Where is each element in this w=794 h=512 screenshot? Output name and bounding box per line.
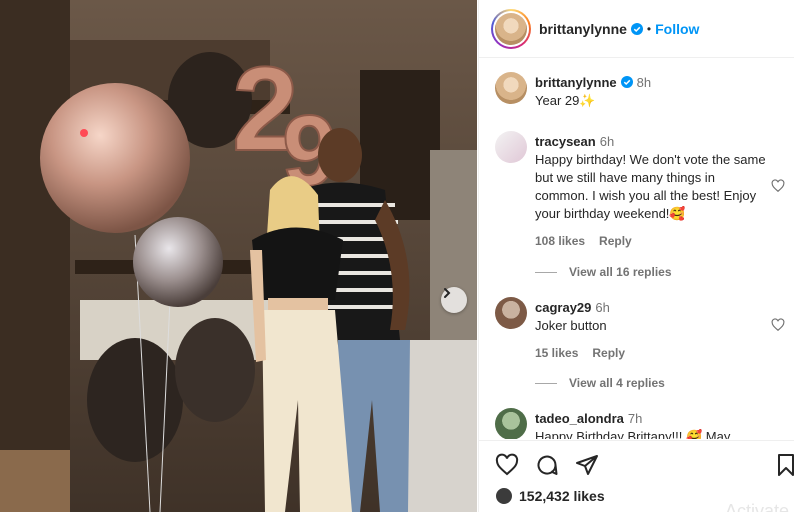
caption-text: Year 29✨ <box>535 93 596 108</box>
view-replies-button[interactable]: View all 16 replies <box>535 265 672 279</box>
comment-username[interactable]: tracysean <box>535 134 596 149</box>
next-photo-button[interactable] <box>441 287 467 313</box>
likes-count[interactable]: 152,432 likes <box>519 488 605 504</box>
comment-likes[interactable]: 15 likes <box>535 346 578 360</box>
post-header: brittanylynne • Follow <box>479 0 794 58</box>
heart-icon[interactable] <box>495 453 519 477</box>
reply-button[interactable]: Reply <box>599 234 632 248</box>
comment-icon[interactable] <box>535 453 559 477</box>
heart-icon[interactable] <box>771 318 785 332</box>
share-icon[interactable] <box>575 453 599 477</box>
caption-username[interactable]: brittanylynne <box>535 75 617 90</box>
comment-item: tracysean 6h Happy birthday! We don't vot… <box>495 131 785 251</box>
comment-time: 6h <box>595 300 610 315</box>
comment-text: Happy birthday! We don't vote the same b… <box>535 152 766 221</box>
verified-badge-icon <box>630 22 643 35</box>
comment-item: tadeo_alondra 7h Happy Birthday Brittany!… <box>495 408 785 439</box>
comment-avatar[interactable] <box>495 408 527 439</box>
heart-icon[interactable] <box>771 179 785 193</box>
author-avatar[interactable] <box>491 8 531 49</box>
follow-button[interactable]: Follow <box>655 21 699 37</box>
view-replies-button[interactable]: View all 4 replies <box>535 376 665 390</box>
comments-list[interactable]: brittanylynne 8h Year 29✨ tracysean 6h Hap… <box>479 59 794 439</box>
caption-time: 8h <box>636 75 652 90</box>
comment-likes[interactable]: 108 likes <box>535 234 585 248</box>
photo-illustration: 2 9 <box>0 0 477 512</box>
verified-badge-icon <box>620 76 633 88</box>
comment-time: 6h <box>599 134 615 149</box>
separator-dot: • <box>646 21 652 36</box>
likes-summary[interactable]: 152,432 likes <box>495 487 605 505</box>
action-bar: 152,432 likes Activate Wi <box>479 440 794 512</box>
comment-item: cagray29 6h Joker button 15 likes Reply <box>495 297 785 361</box>
comment-username[interactable]: cagray29 <box>535 300 591 315</box>
author-username[interactable]: brittanylynne <box>539 21 627 37</box>
comment-text: Joker button <box>535 318 607 333</box>
caption: brittanylynne 8h Year 29✨ <box>495 72 785 112</box>
os-watermark: Activate Wi <box>724 501 794 512</box>
reply-button[interactable]: Reply <box>592 346 625 360</box>
post-photo: 2 9 <box>0 0 477 512</box>
comment-username[interactable]: tadeo_alondra <box>535 411 624 426</box>
comment-text: Happy Birthday Brittany!!! 🥰 May <box>535 429 731 439</box>
chevron-right-icon <box>444 288 451 298</box>
comment-avatar[interactable] <box>495 297 527 329</box>
comment-time: 7h <box>627 411 643 426</box>
comment-avatar[interactable] <box>495 131 527 163</box>
post-side-panel: brittanylynne • Follow brittanylynne 8h Y… <box>478 0 794 512</box>
caption-avatar[interactable] <box>495 72 527 104</box>
bookmark-icon[interactable] <box>774 453 794 477</box>
liker-avatar <box>495 487 513 505</box>
